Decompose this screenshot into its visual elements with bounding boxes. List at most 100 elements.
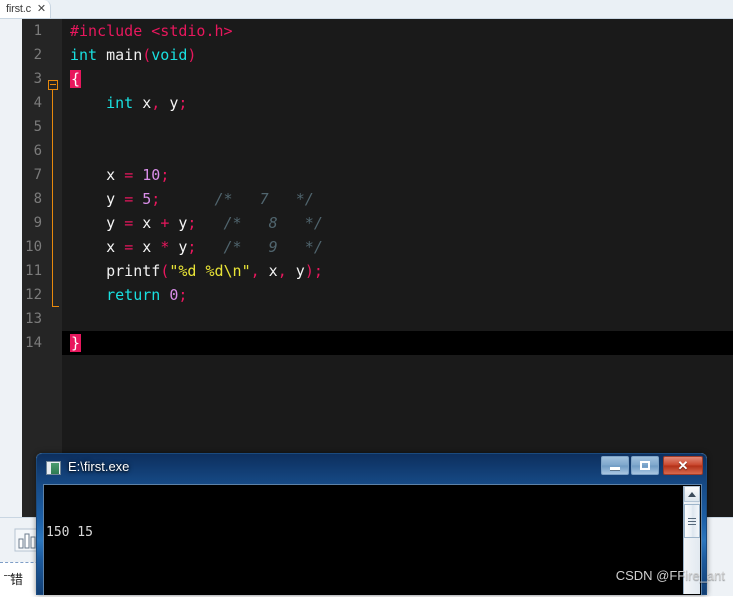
close-button[interactable]: ✕ xyxy=(663,456,703,475)
code-line[interactable]: y = x + y; /* 8 */ xyxy=(62,211,733,235)
dock-tab-error[interactable]: 错 xyxy=(10,569,23,588)
line-number: 6 xyxy=(33,143,42,159)
code-token-punct: , xyxy=(277,262,287,280)
console-title: E:\first.exe xyxy=(68,459,130,474)
line-number: 8 xyxy=(33,191,42,207)
code-token-id xyxy=(160,190,214,208)
line-number: 3 xyxy=(33,71,42,87)
code-token-id xyxy=(70,286,106,304)
code-token-pre: #include <stdio.h> xyxy=(70,22,233,40)
tab-first-c[interactable]: first.c ✕ xyxy=(0,0,52,18)
scrollbar-thumb[interactable] xyxy=(684,504,700,538)
ide-window: first.c ✕ 1 2 3 4 5 6 7 8 9 10 11 12 13 14 #include <… xyxy=(0,0,733,597)
editor-tab-strip: first.c ✕ xyxy=(0,0,733,19)
console-output-area[interactable]: 150 15 -------------------------------- … xyxy=(43,484,702,595)
code-token-id: x xyxy=(259,262,278,280)
line-number: 12 xyxy=(25,287,42,303)
code-token-id xyxy=(70,94,106,112)
code-token-id: x xyxy=(133,238,161,256)
code-token-id xyxy=(133,190,142,208)
code-token-str: "%d %d\n" xyxy=(169,262,251,280)
line-number: 1 xyxy=(33,23,42,39)
code-token-punct: ; xyxy=(178,94,188,112)
fold-guide-foot xyxy=(52,306,59,307)
code-token-id xyxy=(160,286,169,304)
tab-label: first.c xyxy=(6,3,31,15)
console-window[interactable]: E:\first.exe ✕ 150 15 ------------------… xyxy=(36,453,707,595)
line-number: 14 xyxy=(25,335,42,351)
code-token-brace-box: } xyxy=(70,334,82,352)
fold-guide-line xyxy=(52,90,53,307)
code-line[interactable]: { xyxy=(62,67,733,91)
code-token-punct: , xyxy=(151,94,161,112)
code-line[interactable]: return 0; xyxy=(62,283,733,307)
code-token-punct: ( xyxy=(142,46,152,64)
code-token-punct: ) xyxy=(304,262,314,280)
code-token-fn: main xyxy=(106,46,143,64)
console-titlebar[interactable]: E:\first.exe ✕ xyxy=(37,454,707,482)
code-token-id: x xyxy=(133,94,152,112)
code-line[interactable] xyxy=(62,307,733,331)
line-number: 2 xyxy=(33,47,42,63)
line-number: 13 xyxy=(25,311,42,327)
left-rail xyxy=(0,19,23,517)
console-output-text: 150 15 -------------------------------- … xyxy=(46,485,676,595)
code-line[interactable] xyxy=(62,139,733,163)
watermark: CSDN @FFire_ant xyxy=(615,568,725,583)
code-line[interactable]: y = 5; /* 7 */ xyxy=(62,187,733,211)
code-token-punct: ; xyxy=(151,190,161,208)
code-token-id: y xyxy=(169,214,188,232)
code-token-punct: ( xyxy=(160,262,170,280)
code-token-id: x xyxy=(133,214,161,232)
code-token-id: y xyxy=(70,214,125,232)
line-number: 9 xyxy=(33,215,42,231)
code-token-id xyxy=(196,214,223,232)
scroll-up-icon[interactable] xyxy=(684,486,700,502)
code-line[interactable]: printf("%d %d\n", x, y); xyxy=(62,259,733,283)
code-token-op: * xyxy=(160,238,170,256)
code-token-id: y xyxy=(160,94,179,112)
fold-column[interactable] xyxy=(46,19,62,517)
code-editor[interactable]: 1 2 3 4 5 6 7 8 9 10 11 12 13 14 #include <stdio.h> in… xyxy=(22,19,733,517)
code-token-kw: int xyxy=(106,94,134,112)
code-token-cmt: /* 9 */ xyxy=(223,238,323,256)
code-token-id: x xyxy=(70,238,125,256)
line-number: 7 xyxy=(33,167,42,183)
code-line[interactable]: } xyxy=(62,331,733,355)
code-token-id xyxy=(70,262,106,280)
code-token-cmt: /* 7 */ xyxy=(214,190,314,208)
code-line[interactable]: #include <stdio.h> xyxy=(62,19,733,43)
minimize-button[interactable] xyxy=(601,456,629,475)
code-token-id xyxy=(196,238,223,256)
code-token-id: y xyxy=(286,262,305,280)
fold-collapse-icon[interactable] xyxy=(48,80,58,90)
line-number: 10 xyxy=(25,239,42,255)
console-frame: E:\first.exe ✕ 150 15 ------------------… xyxy=(36,453,707,595)
code-token-op: = xyxy=(124,238,134,256)
code-token-num: 5 xyxy=(142,190,152,208)
code-line[interactable]: int x, y; xyxy=(62,91,733,115)
code-token-id: y xyxy=(70,190,125,208)
code-token-punct: ; xyxy=(178,286,188,304)
code-line[interactable]: x = x * y; /* 9 */ xyxy=(62,235,733,259)
code-token-id: x xyxy=(70,166,125,184)
console-app-icon xyxy=(46,461,61,475)
code-line[interactable] xyxy=(62,115,733,139)
code-content[interactable]: #include <stdio.h> int main(void){ int x,… xyxy=(62,19,733,517)
code-token-op: + xyxy=(160,214,170,232)
close-icon[interactable]: ✕ xyxy=(37,3,46,15)
code-token-op: = xyxy=(124,190,134,208)
code-token-id: y xyxy=(169,238,188,256)
code-token-punct: ; xyxy=(160,166,170,184)
code-token-kw: int xyxy=(70,46,98,64)
code-token-kw: return xyxy=(106,286,161,304)
code-token-brace-box: { xyxy=(70,70,82,88)
code-token-kw: void xyxy=(151,46,188,64)
code-token-punct: , xyxy=(250,262,260,280)
code-token-id xyxy=(97,46,106,64)
line-number: 4 xyxy=(33,95,42,111)
code-line[interactable]: x = 10; xyxy=(62,163,733,187)
maximize-button[interactable] xyxy=(631,456,659,475)
code-line[interactable]: int main(void) xyxy=(62,43,733,67)
